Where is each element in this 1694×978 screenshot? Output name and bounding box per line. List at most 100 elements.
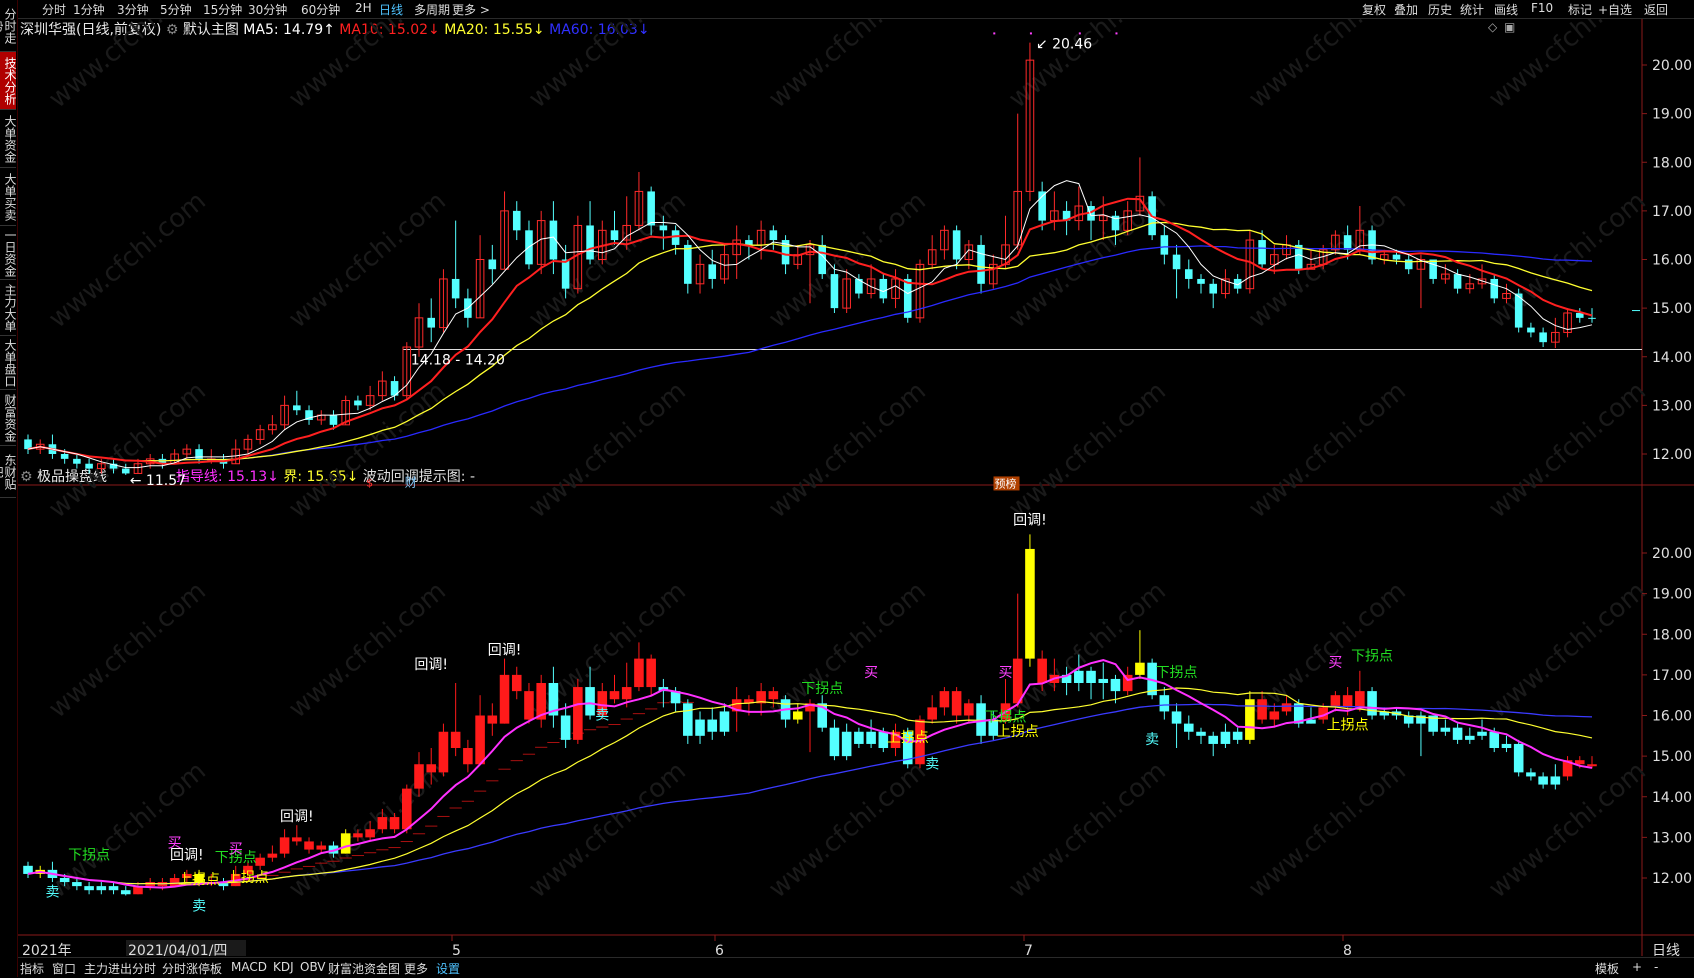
sub-candle-body (1232, 731, 1243, 740)
sub-candle-body (1012, 658, 1023, 704)
sub-candle-body (1452, 727, 1463, 740)
sub-candle-body (499, 674, 510, 724)
watermark-text: www.cfchi.com (1003, 376, 1172, 524)
watermark-text: www.cfchi.com (523, 756, 692, 904)
period-tab[interactable]: 2H (355, 1, 372, 15)
watermark-text: www.cfchi.com (43, 19, 212, 114)
toolbar-action[interactable]: 叠加 (1394, 1, 1418, 18)
period-tab[interactable]: 日线 (379, 1, 403, 18)
candle-body (818, 244, 827, 275)
toolbar-action[interactable]: +自选 (1598, 1, 1632, 18)
period-tab[interactable]: 3分钟 (117, 1, 149, 18)
buy-signal: 买 (999, 665, 1013, 681)
watermark-text: www.cfchi.com (763, 376, 932, 524)
sub-candle-body (487, 715, 498, 724)
top-toolbar: 分时 1分钟 3分钟 5分钟 15分钟 30分钟 60分钟 2H 日线 多周期 更多 > 复权 叠加 历史… (18, 0, 1694, 19)
watermark-text: www.cfchi.com (1483, 19, 1652, 114)
toolbar-action[interactable]: 画线 (1494, 1, 1518, 18)
sub-candle-body (1257, 699, 1267, 720)
candle-body (73, 458, 81, 464)
period-tab[interactable]: 60分钟 (301, 1, 340, 18)
sidebar-item[interactable]: 大单买卖 (0, 168, 17, 226)
sub-candle-body (573, 687, 583, 740)
y-tick-label: 20.00 (1652, 58, 1692, 74)
y-tick-label: 13.00 (1652, 398, 1692, 414)
toolbar-action[interactable]: 统计 (1460, 1, 1484, 18)
sidebar-item[interactable]: 主力大单 (0, 280, 17, 336)
sub-candle-body (279, 837, 290, 854)
candle-body (708, 264, 717, 279)
up-turn-signal: 上拐点 (1327, 718, 1369, 734)
watermark-text: www.cfchi.com (1003, 756, 1172, 904)
top-dot (1029, 32, 1032, 35)
period-tab[interactable]: 30分钟 (248, 1, 287, 18)
period-tab[interactable]: 15分钟 (203, 1, 242, 18)
sub-candle-body (866, 731, 876, 744)
buy-signal: 买 (1328, 655, 1342, 671)
period-tab[interactable]: 5分钟 (160, 1, 192, 18)
sub-candle-body (829, 727, 840, 757)
sub-candle-body (1110, 678, 1121, 692)
sidebar-item[interactable]: 大单盘口 (0, 336, 17, 390)
template-button[interactable]: 模板 (1595, 960, 1619, 977)
period-tab[interactable]: 1分钟 (73, 1, 105, 18)
watermark-text: www.cfchi.com (1243, 19, 1412, 114)
month-label: 8 (1343, 943, 1352, 956)
sub-candle-body (719, 711, 730, 732)
bottom-tab[interactable]: 指标 (20, 960, 44, 977)
toolbar-action[interactable]: 历史 (1428, 1, 1452, 18)
bottom-tab[interactable]: 设置 (436, 960, 460, 977)
y-tick-label: 17.00 (1652, 204, 1692, 220)
toolbar-action[interactable]: 返回 (1644, 1, 1668, 18)
toolbar-action[interactable]: 复权 (1362, 1, 1386, 18)
candle-body (1453, 274, 1462, 289)
sidebar-item[interactable]: 大单资金 (0, 110, 17, 168)
sub-candle-body (964, 703, 974, 716)
candle-body (85, 463, 93, 469)
sub-candle-body (59, 878, 70, 883)
sub-candle-body (1489, 731, 1500, 748)
candle-body (647, 191, 655, 226)
y-tick-label: 18.00 (1652, 155, 1692, 171)
bottom-tab[interactable]: OBV (300, 960, 326, 974)
watermark-text: www.cfchi.com (283, 19, 452, 114)
sub-y-tick-label: 13.00 (1652, 830, 1692, 846)
down-turn-signal: 下拐点 (1351, 649, 1393, 665)
high-price-label: ↙ 20.46 (1036, 37, 1092, 53)
toolbar-action[interactable]: 标记 (1568, 1, 1592, 18)
sidebar-item[interactable]: 东财贴吧 (0, 446, 17, 498)
kline-chart[interactable]: www.cfchi.com www.cfchi.com www.cfchi.com w… (18, 19, 1694, 956)
sub-candle-body (1513, 743, 1524, 773)
period-tab[interactable]: 多周期 (414, 1, 450, 18)
bottom-tab[interactable]: MACD (231, 960, 267, 974)
pullback-signal: 回调! (280, 809, 314, 825)
candle-body (121, 468, 130, 474)
top-dot (1115, 32, 1118, 35)
month-label: 5 (452, 943, 461, 956)
candle-body (1209, 283, 1218, 294)
bottom-tab[interactable]: 财富池资金图 (328, 960, 400, 977)
bottom-tab[interactable]: 更多 (404, 960, 428, 977)
sidebar-item[interactable]: 分时走势 (0, 0, 17, 52)
period-tab[interactable]: 分时 (42, 1, 66, 18)
candle-body (671, 230, 680, 245)
bottom-tab[interactable]: KDJ (273, 960, 294, 974)
sub-candle-body (1367, 691, 1377, 716)
up-turn-signal: 上拐点 (887, 730, 929, 746)
zoom-in-button[interactable]: + (1632, 960, 1642, 974)
sidebar-item[interactable]: 财富资金 (0, 390, 17, 446)
sidebar-item[interactable]: 一日资金 (0, 226, 17, 280)
zoom-out-button[interactable]: - (1654, 960, 1658, 974)
bottom-tab[interactable]: 主力进出分时 (84, 960, 156, 977)
sub-candle-body (646, 658, 656, 688)
bottom-tab[interactable]: 分时涨停板 (162, 960, 222, 977)
sub-candle-body (450, 731, 461, 748)
period-label: 日线 (1652, 943, 1680, 956)
period-tab[interactable]: 更多 > (452, 1, 490, 18)
sub-candle-body (511, 674, 522, 692)
sidebar-item[interactable]: 技术分析 (0, 52, 17, 110)
sub-candle-body (72, 882, 82, 887)
sub-candle-body (1440, 727, 1451, 732)
toolbar-action[interactable]: F10 (1531, 1, 1553, 15)
bottom-tab[interactable]: 窗口 (52, 960, 76, 977)
